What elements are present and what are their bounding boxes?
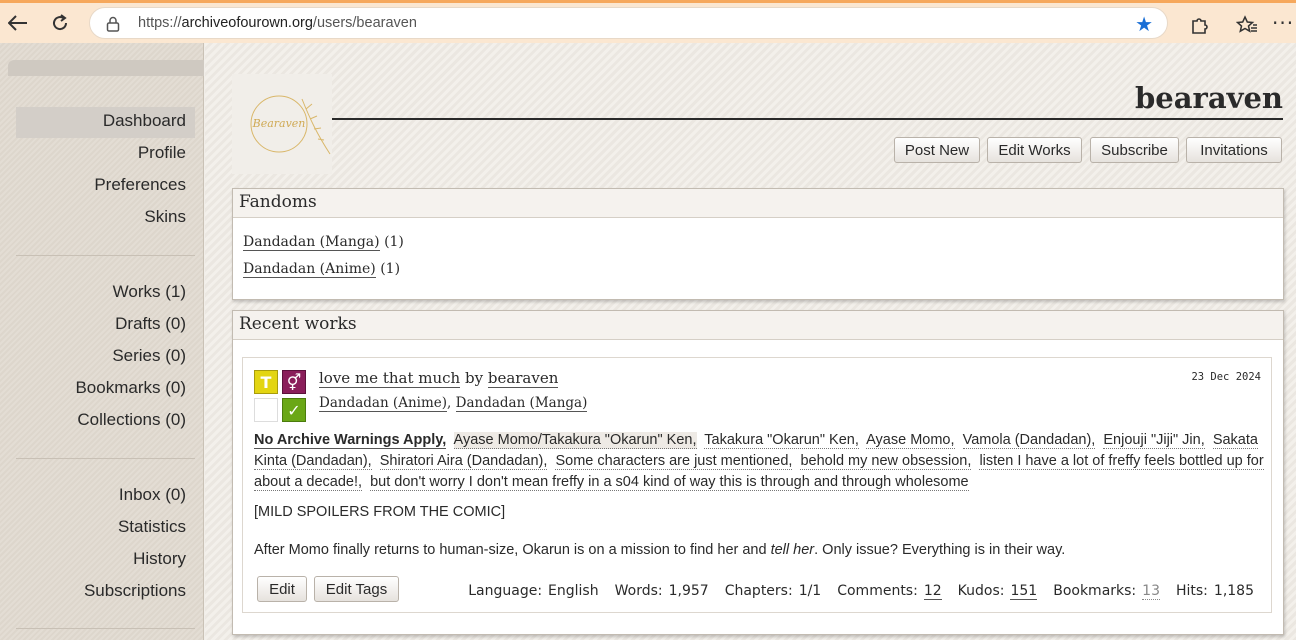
sidebar-item-works[interactable]: Works (1) (113, 282, 186, 302)
sidebar-divider (16, 255, 195, 256)
edit-works-button[interactable]: Edit Works (987, 137, 1082, 163)
stat-hits: 1,185 (1213, 583, 1254, 599)
edit-button[interactable]: Edit (257, 576, 307, 602)
stat-label: Kudos: (957, 583, 1005, 599)
invitations-button[interactable]: Invitations (1186, 137, 1282, 163)
character-tag[interactable]: Vamola (Dandadan), (962, 432, 1096, 449)
more-menu-icon[interactable]: ··· (1272, 11, 1294, 35)
address-bar[interactable]: https://archiveofourown.org/users/bearav… (89, 7, 1168, 39)
sidebar-item-dashboard[interactable]: Dashboard (103, 111, 186, 131)
fandom-count: (1) (380, 261, 401, 277)
browser-toolbar: https://archiveofourown.org/users/bearav… (0, 0, 1296, 43)
sidebar-item-skins[interactable]: Skins (144, 207, 186, 227)
warnings-none-icon[interactable] (254, 398, 278, 422)
favorite-star-icon[interactable]: ★ (1135, 12, 1153, 36)
work-fandoms: Dandadan (Anime), Dandadan (Manga) (319, 395, 588, 412)
sidebar-item-bookmarks[interactable]: Bookmarks (0) (75, 378, 186, 398)
sidebar-item-statistics[interactable]: Statistics (118, 517, 186, 537)
work-stats: Language: English Words: 1,957 Chapters: 1/… (468, 583, 1254, 600)
stat-comments-link[interactable]: 12 (923, 583, 942, 600)
sidebar-divider (16, 628, 195, 629)
sidebar-item-collections[interactable]: Collections (0) (77, 410, 186, 430)
stat-kudos-link[interactable]: 151 (1010, 583, 1038, 600)
fandom-link-anime[interactable]: Dandadan (Anime) (243, 261, 376, 278)
stat-label: Words: (614, 583, 663, 599)
svg-text:Bearaven: Bearaven (252, 117, 306, 130)
user-avatar[interactable]: Bearaven (232, 74, 332, 174)
sidebar-item-history[interactable]: History (133, 549, 186, 569)
stat-label: Chapters: (724, 583, 793, 599)
sidebar-header-bar (8, 60, 204, 76)
recent-works-heading: Recent works (233, 311, 1283, 340)
rating-teen-icon[interactable]: T (254, 370, 278, 394)
url-text[interactable]: https://archiveofourown.org/users/bearav… (138, 15, 417, 31)
sidebar-item-profile[interactable]: Profile (138, 143, 186, 163)
character-tag[interactable]: Shiratori Aira (Dandadan), (379, 453, 548, 470)
extensions-puzzle-icon[interactable] (1185, 11, 1213, 39)
freeform-tag[interactable]: Some characters are just mentioned, (555, 453, 793, 470)
separator: , (447, 395, 452, 411)
fandom-item: Dandadan (Anime) (1) (243, 261, 401, 278)
subscribe-button[interactable]: Subscribe (1090, 137, 1179, 163)
summary-text: After Momo finally returns to human-size… (254, 542, 1066, 558)
work-blurb: T ⚥ ✓ love me that much by bearaven Dand… (242, 357, 1272, 613)
stat-bookmarks-link[interactable]: 13 (1142, 583, 1160, 600)
edit-tags-button[interactable]: Edit Tags (314, 576, 399, 602)
fandom-count: (1) (384, 234, 404, 250)
stat-chapters: 1/1 (798, 583, 822, 599)
work-author-link[interactable]: bearaven (487, 369, 559, 388)
sidebar-item-drafts[interactable]: Drafts (0) (115, 314, 186, 334)
header-rule (332, 118, 1283, 120)
stat-label: Language: (468, 583, 543, 599)
sidebar-item-preferences[interactable]: Preferences (94, 175, 186, 195)
page-title-username: bearaven (1135, 81, 1283, 115)
warning-tag[interactable]: No Archive Warnings Apply, (254, 432, 447, 449)
stat-label: Comments: (837, 583, 918, 599)
sidebar-divider (16, 458, 195, 459)
work-fandom-link[interactable]: Dandadan (Anime) (319, 395, 448, 412)
fandoms-heading: Fandoms (233, 189, 1283, 218)
relationship-tag[interactable]: Ayase Momo/Takakura "Okarun" Ken, (453, 432, 697, 449)
category-multi-icon[interactable]: ⚥ (282, 370, 306, 394)
stat-label: Hits: (1175, 583, 1208, 599)
post-new-button[interactable]: Post New (894, 137, 980, 163)
sidebar-item-series[interactable]: Series (0) (112, 346, 186, 366)
lock-icon[interactable] (106, 16, 120, 32)
fandoms-box: Fandoms Dandadan (Manga) (1) Dandadan (A… (232, 188, 1284, 300)
work-heading: love me that much by bearaven (319, 369, 559, 388)
work-tags: No Archive Warnings Apply, Ayase Momo/Ta… (254, 430, 1264, 493)
character-tag[interactable]: Ayase Momo, (866, 432, 955, 449)
sidebar-item-subscriptions[interactable]: Subscriptions (84, 581, 186, 601)
fandom-item: Dandadan (Manga) (1) (243, 234, 404, 251)
fandom-link-manga[interactable]: Dandadan (Manga) (243, 234, 380, 251)
dashboard-main: Bearaven bearaven Post New Edit Works Su… (205, 43, 1296, 640)
work-date: 23 Dec 2024 (1191, 371, 1261, 383)
summary-note: [MILD SPOILERS FROM THE COMIC] (254, 504, 506, 520)
recent-works-box: Recent works T ⚥ ✓ love me that much by … (232, 310, 1284, 635)
stat-language: English (548, 583, 599, 599)
reload-icon[interactable] (46, 9, 74, 37)
character-tag[interactable]: Enjouji "Jiji" Jin, (1103, 432, 1205, 449)
work-fandom-link[interactable]: Dandadan (Manga) (455, 395, 588, 412)
complete-check-icon[interactable]: ✓ (282, 398, 306, 422)
back-arrow-icon[interactable] (4, 9, 32, 37)
character-tag[interactable]: Takakura "Okarun" Ken, (704, 432, 859, 449)
work-by: by (464, 369, 484, 387)
freeform-tag[interactable]: behold my new obsession, (800, 453, 972, 470)
favorites-list-icon[interactable] (1233, 11, 1261, 39)
stat-label: Bookmarks: (1053, 583, 1137, 599)
freeform-tag[interactable]: but don't worry I don't mean freffy in a… (370, 474, 969, 491)
stat-words: 1,957 (668, 583, 709, 599)
dashboard-sidebar: Dashboard Profile Preferences Skins Work… (0, 43, 204, 640)
work-title-link[interactable]: love me that much (319, 369, 461, 388)
sidebar-item-inbox[interactable]: Inbox (0) (119, 485, 186, 505)
